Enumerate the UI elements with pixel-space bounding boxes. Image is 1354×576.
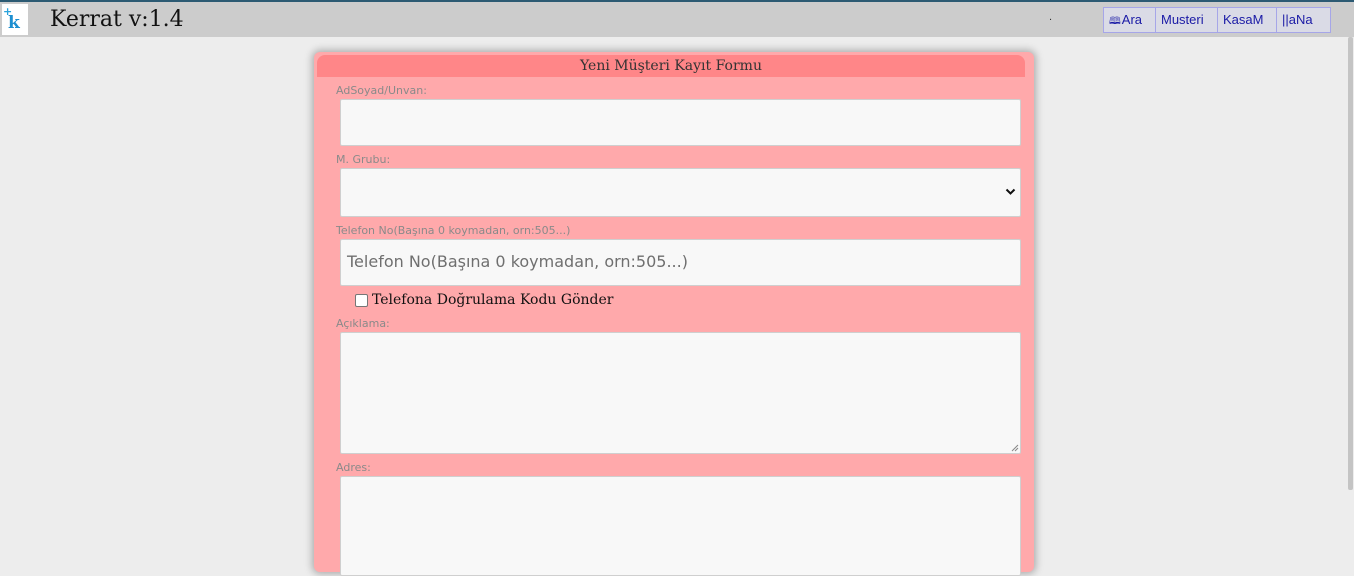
phone-label: Telefon No(Başına 0 koymadan, orn:505...… bbox=[336, 224, 571, 237]
group-label: M. Grubu: bbox=[336, 153, 391, 166]
description-label: Açıklama: bbox=[336, 317, 390, 330]
nav-item-label: Ara bbox=[1121, 12, 1143, 27]
verify-code-label[interactable]: Telefona Doğrulama Kodu Gönder bbox=[372, 292, 613, 308]
form-title: Yeni Müşteri Kayıt Formu bbox=[317, 55, 1025, 77]
nav-item-label: Musteri bbox=[1161, 12, 1204, 27]
scrollbar-thumb[interactable] bbox=[1348, 37, 1353, 490]
top-bar: + k Kerrat v:1.4 . 🕮Ara Musteri KasaM ||… bbox=[0, 0, 1354, 37]
phone-placeholder: Telefon No(Başına 0 koymadan, orn:505...… bbox=[347, 252, 688, 271]
verify-code-row: Telefona Doğrulama Kodu Gönder bbox=[355, 291, 613, 309]
nav-item-musteri[interactable]: Musteri bbox=[1156, 8, 1218, 32]
address-textarea[interactable] bbox=[340, 476, 1021, 576]
chevron-down-icon bbox=[1005, 188, 1016, 195]
description-textarea[interactable] bbox=[340, 332, 1021, 454]
verify-code-checkbox[interactable] bbox=[355, 293, 368, 307]
kerrat-logo-icon[interactable]: + k bbox=[2, 4, 28, 35]
name-label: AdSoyad/Unvan: bbox=[336, 84, 427, 97]
separator-dot: . bbox=[1049, 11, 1053, 23]
new-customer-form: Yeni Müşteri Kayıt Formu AdSoyad/Unvan: … bbox=[314, 52, 1034, 576]
group-select[interactable] bbox=[340, 168, 1021, 217]
nav-item-ilana[interactable]: ||aNa bbox=[1277, 8, 1330, 32]
nav-item-label: KasaM bbox=[1223, 12, 1264, 27]
nav-item-kasam[interactable]: KasaM bbox=[1218, 8, 1277, 32]
name-input[interactable] bbox=[340, 99, 1021, 146]
search-binoculars-icon: 🕮 bbox=[1109, 16, 1121, 27]
nav-item-ara[interactable]: 🕮Ara bbox=[1104, 8, 1156, 32]
top-nav: 🕮Ara Musteri KasaM ||aNa bbox=[1103, 7, 1331, 33]
address-label: Adres: bbox=[336, 461, 371, 474]
nav-item-label: ||aNa bbox=[1282, 12, 1313, 27]
page-scrollbar[interactable] bbox=[1347, 37, 1354, 562]
phone-input[interactable]: Telefon No(Başına 0 koymadan, orn:505...… bbox=[340, 239, 1021, 286]
app-title: Kerrat v:1.4 bbox=[50, 7, 184, 32]
resize-grip-icon[interactable] bbox=[1010, 443, 1019, 452]
svg-text:k: k bbox=[8, 13, 21, 33]
